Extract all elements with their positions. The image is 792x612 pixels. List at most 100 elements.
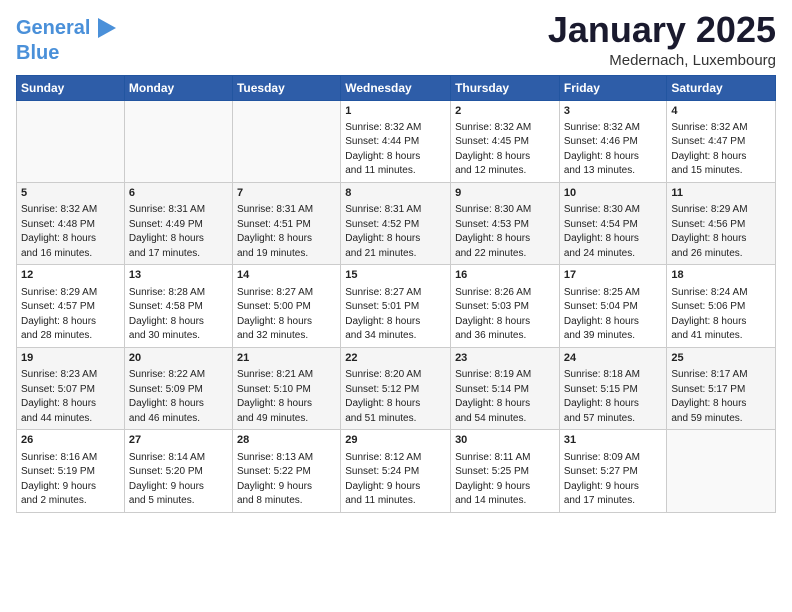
calendar-cell: 8Sunrise: 8:31 AM Sunset: 4:52 PM Daylig… [341, 182, 451, 264]
cell-info: Sunrise: 8:16 AM Sunset: 5:19 PM Dayligh… [21, 451, 120, 509]
month-title: January 2025 [548, 10, 776, 50]
calendar-cell: 13 Sunrise: 8:28 AM Sunset: 4:58 PM Dayli… [124, 265, 232, 347]
cell-day-number: 14 [237, 268, 336, 283]
cell-day-number: 9 [455, 186, 555, 201]
cell-day-number: 15 [345, 268, 446, 283]
cell-day-number: 5 [21, 186, 120, 201]
logo-text: General [16, 17, 90, 39]
calendar-cell: 28 Sunrise: 8:13 AM Sunset: 5:22 PM Dayli… [232, 430, 340, 512]
cell-day-number: 11 [671, 186, 771, 201]
cell-info: Sunrise: 8:31 AM Sunset: 4:52 PM Dayligh… [345, 203, 446, 261]
cell-info: Sunrise: 8:25 AM Sunset: 5:04 PM Dayligh… [564, 286, 663, 344]
cell-day-number: 2 [455, 104, 555, 119]
calendar-week-row: 26 Sunrise: 8:16 AM Sunset: 5:19 PM Dayli… [17, 430, 776, 512]
calendar-cell: 14 Sunrise: 8:27 AM Sunset: 5:00 PM Dayli… [232, 265, 340, 347]
cell-day-number: 27 [129, 433, 228, 448]
calendar-cell: 16Sunrise: 8:26 AM Sunset: 5:03 PM Dayli… [451, 265, 560, 347]
cell-info: Sunrise: 8:30 AM Sunset: 4:54 PM Dayligh… [564, 203, 663, 261]
cell-info: Sunrise: 8:18 AM Sunset: 5:15 PM Dayligh… [564, 368, 663, 426]
calendar-cell: 17 Sunrise: 8:25 AM Sunset: 5:04 PM Dayli… [559, 265, 667, 347]
cell-info: Sunrise: 8:26 AM Sunset: 5:03 PM Dayligh… [455, 286, 555, 344]
cell-info: Sunrise: 8:27 AM Sunset: 5:01 PM Dayligh… [345, 286, 446, 344]
cell-day-number: 22 [345, 351, 446, 366]
calendar-cell: 31 Sunrise: 8:09 AM Sunset: 5:27 PM Dayli… [559, 430, 667, 512]
cell-info: Sunrise: 8:12 AM Sunset: 5:24 PM Dayligh… [345, 451, 446, 509]
cell-info: Sunrise: 8:29 AM Sunset: 4:56 PM Dayligh… [671, 203, 771, 261]
cell-day-number: 31 [564, 433, 663, 448]
logo-line2: Blue [16, 42, 120, 64]
cell-day-number: 13 [129, 268, 228, 283]
cell-info: Sunrise: 8:21 AM Sunset: 5:10 PM Dayligh… [237, 368, 336, 426]
cell-info: Sunrise: 8:31 AM Sunset: 4:49 PM Dayligh… [129, 203, 228, 261]
calendar-cell: 24 Sunrise: 8:18 AM Sunset: 5:15 PM Dayli… [559, 347, 667, 429]
cell-info: Sunrise: 8:32 AM Sunset: 4:47 PM Dayligh… [671, 121, 771, 179]
page: General Blue January 2025 Medernach, Lux… [0, 0, 792, 612]
cell-info: Sunrise: 8:14 AM Sunset: 5:20 PM Dayligh… [129, 451, 228, 509]
cell-info: Sunrise: 8:19 AM Sunset: 5:14 PM Dayligh… [455, 368, 555, 426]
logo-line1: General [16, 17, 90, 39]
cell-info: Sunrise: 8:11 AM Sunset: 5:25 PM Dayligh… [455, 451, 555, 509]
calendar-cell: 12 Sunrise: 8:29 AM Sunset: 4:57 PM Dayli… [17, 265, 125, 347]
calendar-cell: 4 Sunrise: 8:32 AM Sunset: 4:47 PM Daylig… [667, 100, 776, 182]
cell-info: Sunrise: 8:13 AM Sunset: 5:22 PM Dayligh… [237, 451, 336, 509]
logo-icon [92, 14, 120, 42]
cell-day-number: 28 [237, 433, 336, 448]
calendar-cell: 26 Sunrise: 8:16 AM Sunset: 5:19 PM Dayli… [17, 430, 125, 512]
cell-day-number: 4 [671, 104, 771, 119]
cell-info: Sunrise: 8:20 AM Sunset: 5:12 PM Dayligh… [345, 368, 446, 426]
cell-day-number: 23 [455, 351, 555, 366]
cell-info: Sunrise: 8:17 AM Sunset: 5:17 PM Dayligh… [671, 368, 771, 426]
calendar-cell: 6 Sunrise: 8:31 AM Sunset: 4:49 PM Daylig… [124, 182, 232, 264]
calendar-cell: 1Sunrise: 8:32 AM Sunset: 4:44 PM Daylig… [341, 100, 451, 182]
calendar-cell: 18Sunrise: 8:24 AM Sunset: 5:06 PM Dayli… [667, 265, 776, 347]
calendar-week-row: 12 Sunrise: 8:29 AM Sunset: 4:57 PM Dayli… [17, 265, 776, 347]
header-friday: Friday [559, 75, 667, 100]
cell-day-number: 26 [21, 433, 120, 448]
calendar-cell [667, 430, 776, 512]
cell-day-number: 10 [564, 186, 663, 201]
calendar-cell: 20 Sunrise: 8:22 AM Sunset: 5:09 PM Dayli… [124, 347, 232, 429]
cell-day-number: 7 [237, 186, 336, 201]
cell-info: Sunrise: 8:23 AM Sunset: 5:07 PM Dayligh… [21, 368, 120, 426]
header-tuesday: Tuesday [232, 75, 340, 100]
cell-day-number: 21 [237, 351, 336, 366]
cell-info: Sunrise: 8:29 AM Sunset: 4:57 PM Dayligh… [21, 286, 120, 344]
cell-day-number: 17 [564, 268, 663, 283]
calendar-cell: 5 Sunrise: 8:32 AM Sunset: 4:48 PM Daylig… [17, 182, 125, 264]
cell-day-number: 6 [129, 186, 228, 201]
cell-day-number: 12 [21, 268, 120, 283]
cell-info: Sunrise: 8:30 AM Sunset: 4:53 PM Dayligh… [455, 203, 555, 261]
calendar-cell: 9 Sunrise: 8:30 AM Sunset: 4:53 PM Daylig… [451, 182, 560, 264]
calendar-cell [232, 100, 340, 182]
calendar-week-row: 1Sunrise: 8:32 AM Sunset: 4:44 PM Daylig… [17, 100, 776, 182]
cell-info: Sunrise: 8:28 AM Sunset: 4:58 PM Dayligh… [129, 286, 228, 344]
header-thursday: Thursday [451, 75, 560, 100]
calendar-header-row: Sunday Monday Tuesday Wednesday Thursday… [17, 75, 776, 100]
cell-info: Sunrise: 8:24 AM Sunset: 5:06 PM Dayligh… [671, 286, 771, 344]
cell-day-number: 19 [21, 351, 120, 366]
title-block: January 2025 Medernach, Luxembourg [548, 10, 776, 69]
calendar-cell: 21 Sunrise: 8:21 AM Sunset: 5:10 PM Dayli… [232, 347, 340, 429]
cell-day-number: 25 [671, 351, 771, 366]
header-monday: Monday [124, 75, 232, 100]
calendar-cell: 30 Sunrise: 8:11 AM Sunset: 5:25 PM Dayli… [451, 430, 560, 512]
calendar-cell: 7Sunrise: 8:31 AM Sunset: 4:51 PM Daylig… [232, 182, 340, 264]
calendar-cell [17, 100, 125, 182]
calendar-cell: 22 Sunrise: 8:20 AM Sunset: 5:12 PM Dayli… [341, 347, 451, 429]
calendar-cell: 19 Sunrise: 8:23 AM Sunset: 5:07 PM Dayli… [17, 347, 125, 429]
cell-day-number: 29 [345, 433, 446, 448]
cell-info: Sunrise: 8:22 AM Sunset: 5:09 PM Dayligh… [129, 368, 228, 426]
cell-info: Sunrise: 8:32 AM Sunset: 4:46 PM Dayligh… [564, 121, 663, 179]
cell-day-number: 24 [564, 351, 663, 366]
calendar-cell: 2Sunrise: 8:32 AM Sunset: 4:45 PM Daylig… [451, 100, 560, 182]
header: General Blue January 2025 Medernach, Lux… [16, 10, 776, 69]
calendar-cell: 15 Sunrise: 8:27 AM Sunset: 5:01 PM Dayli… [341, 265, 451, 347]
cell-info: Sunrise: 8:09 AM Sunset: 5:27 PM Dayligh… [564, 451, 663, 509]
calendar-cell: 29 Sunrise: 8:12 AM Sunset: 5:24 PM Dayli… [341, 430, 451, 512]
cell-day-number: 20 [129, 351, 228, 366]
cell-info: Sunrise: 8:27 AM Sunset: 5:00 PM Dayligh… [237, 286, 336, 344]
calendar-cell: 25 Sunrise: 8:17 AM Sunset: 5:17 PM Dayli… [667, 347, 776, 429]
location-subtitle: Medernach, Luxembourg [548, 52, 776, 69]
cell-day-number: 30 [455, 433, 555, 448]
cell-info: Sunrise: 8:32 AM Sunset: 4:48 PM Dayligh… [21, 203, 120, 261]
